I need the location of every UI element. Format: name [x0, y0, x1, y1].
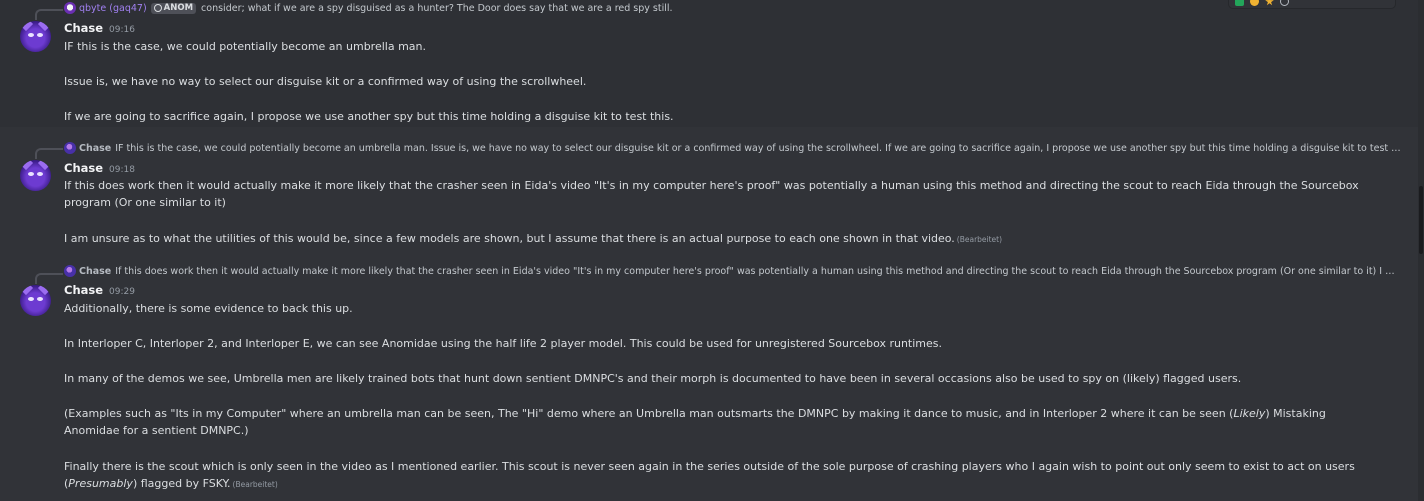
star-icon[interactable]	[1265, 0, 1274, 6]
reply-text[interactable]: IF this is the case, we could potentiall…	[115, 143, 1404, 154]
more-options-icon[interactable]	[1280, 0, 1289, 6]
message-text: Additionally, there is some evidence to …	[64, 302, 353, 315]
message-header: Chase 09:16	[64, 21, 135, 35]
author-name[interactable]: Chase	[64, 161, 103, 175]
message-text: If this does work then it would actually…	[64, 179, 1359, 209]
message-text: Finally there is the scout which is only…	[64, 458, 1394, 493]
scrollbar-thumb[interactable]	[1419, 186, 1423, 254]
message-text: I am unsure as to what the utilities of …	[64, 230, 1002, 248]
message-toolbar[interactable]	[1228, 0, 1396, 9]
message-header: Chase 09:18	[64, 161, 135, 175]
reply-avatar[interactable]	[64, 265, 76, 277]
reply-preview[interactable]: qbyte (gaq47) ANOM consider; what if we …	[64, 1, 673, 15]
reply-spine	[35, 9, 63, 20]
reply-author[interactable]: Chase	[79, 143, 111, 154]
edited-label: (Bearbeitet)	[956, 235, 1003, 244]
message-text: In many of the demos we see, Umbrella me…	[64, 372, 1242, 385]
reply-avatar[interactable]	[64, 2, 76, 14]
server-tag-badge[interactable]: ANOM	[150, 2, 197, 14]
message-item[interactable]: qbyte (gaq47) ANOM consider; what if we …	[0, 0, 1418, 127]
reply-text[interactable]: If this does work then it would actually…	[115, 266, 1398, 277]
avatar[interactable]	[20, 160, 51, 191]
message-text-content: (Examples such as "Its in my Computer" w…	[64, 407, 1234, 420]
message-text: IF this is the case, we could potentiall…	[64, 40, 426, 53]
avatar[interactable]	[20, 285, 51, 316]
tag-label: ANOM	[163, 3, 194, 13]
message-text-content: ) flagged by FSKY.	[132, 477, 231, 490]
emoji-icon[interactable]	[1250, 0, 1259, 6]
message-item[interactable]: Chase If this does work then it would ac…	[0, 253, 1418, 501]
reply-spine	[35, 148, 63, 159]
message-text: If we are going to sacrifice again, I pr…	[64, 110, 674, 123]
message-list: qbyte (gaq47) ANOM consider; what if we …	[0, 0, 1418, 501]
avatar[interactable]	[20, 21, 51, 52]
scrollbar[interactable]	[1418, 0, 1424, 501]
timestamp[interactable]: 09:29	[109, 287, 135, 297]
message-text-italic: Presumably	[68, 477, 133, 490]
reply-preview[interactable]: Chase If this does work then it would ac…	[64, 264, 1398, 278]
message-item[interactable]: Chase IF this is the case, we could pote…	[0, 127, 1418, 253]
reply-preview[interactable]: Chase IF this is the case, we could pote…	[64, 141, 1404, 155]
reply-author[interactable]: qbyte (gaq47)	[79, 3, 147, 14]
message-header: Chase 09:29	[64, 283, 135, 297]
message-text: In Interloper C, Interloper 2, and Inter…	[64, 337, 943, 350]
message-text-italic: Likely	[1233, 407, 1266, 420]
message-text: (Examples such as "Its in my Computer" w…	[64, 405, 1384, 439]
tag-icon	[153, 4, 162, 12]
reply-author[interactable]: Chase	[79, 266, 111, 277]
edited-label: (Bearbeitet)	[232, 480, 278, 489]
author-name[interactable]: Chase	[64, 21, 103, 35]
reply-avatar[interactable]	[64, 142, 76, 154]
message-text: Issue is, we have no way to select our d…	[64, 75, 587, 88]
author-name[interactable]: Chase	[64, 283, 103, 297]
reply-text[interactable]: consider; what if we are a spy disguised…	[201, 3, 673, 14]
message-text-content: I am unsure as to what the utilities of …	[64, 232, 955, 245]
timestamp[interactable]: 09:18	[109, 165, 135, 175]
reply-spine	[35, 273, 63, 284]
reaction-icon[interactable]	[1235, 0, 1244, 6]
timestamp[interactable]: 09:16	[109, 25, 135, 35]
